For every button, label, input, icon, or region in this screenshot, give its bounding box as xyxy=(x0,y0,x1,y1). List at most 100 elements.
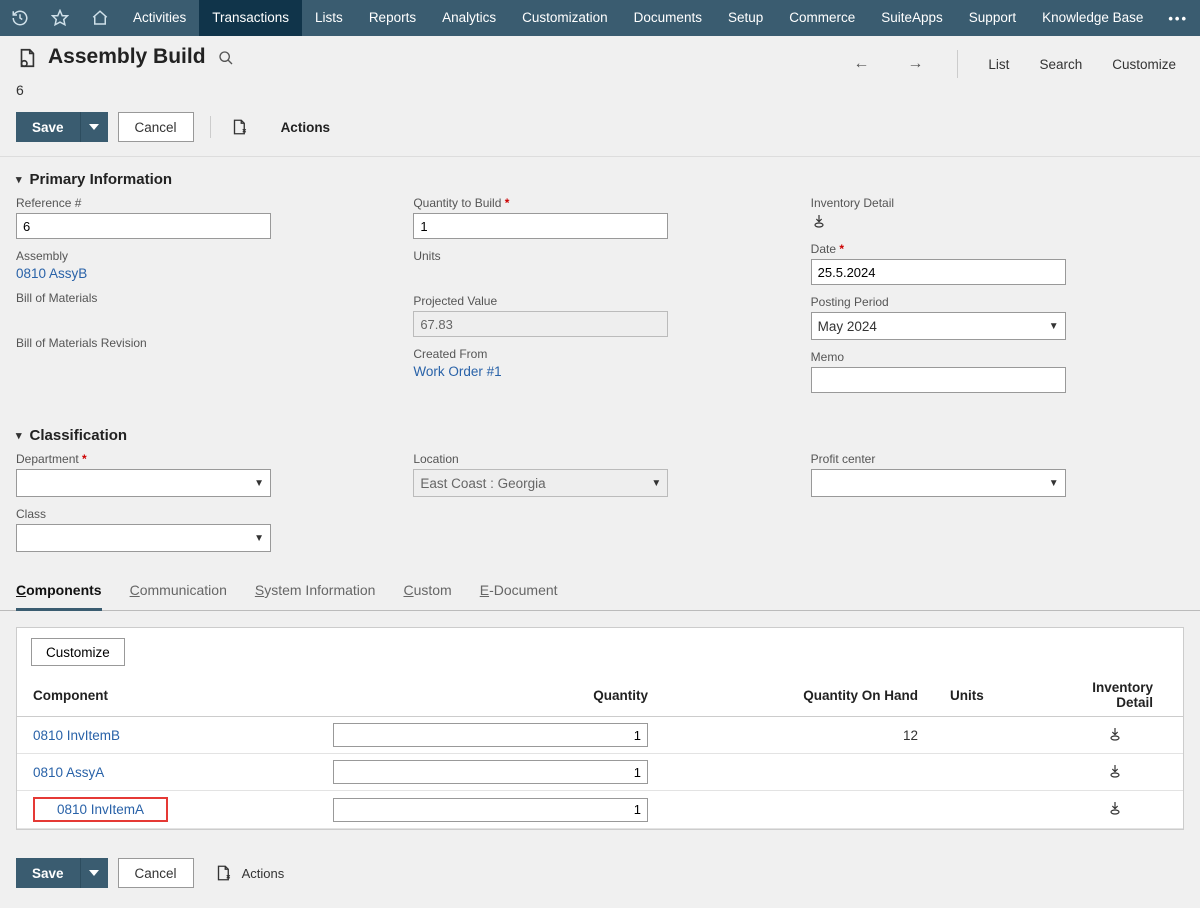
tab-communication[interactable]: Communication xyxy=(130,572,227,610)
units-value xyxy=(413,266,786,284)
quantity-input[interactable] xyxy=(333,798,648,822)
inventory-detail-icon[interactable] xyxy=(1107,800,1123,816)
tab-system-information[interactable]: System Information xyxy=(255,572,376,610)
quantity-input[interactable] xyxy=(333,723,648,747)
reference-input[interactable] xyxy=(16,213,271,239)
action-toolbar: Save Cancel Actions xyxy=(0,106,1200,157)
nav-item-knowledge-base[interactable]: Knowledge Base xyxy=(1029,0,1156,36)
quantity-input[interactable] xyxy=(333,760,648,784)
new-record-icon[interactable] xyxy=(227,118,251,136)
toolbar-separator xyxy=(210,116,211,138)
location-select: East Coast : Georgia ▼ xyxy=(413,469,668,497)
nav-item-support[interactable]: Support xyxy=(956,0,1029,36)
history-icon[interactable] xyxy=(0,0,40,36)
component-link[interactable]: 0810 InvItemB xyxy=(33,728,120,743)
customize-link[interactable]: Customize xyxy=(1112,57,1176,72)
class-label: Class xyxy=(16,507,389,521)
posting-period-value: May 2024 xyxy=(818,319,877,334)
profit-center-label: Profit center xyxy=(811,452,1184,466)
primary-info-form: Reference # Assembly 0810 AssyB Bill of … xyxy=(0,196,1200,413)
component-link[interactable]: 0810 AssyA xyxy=(33,765,104,780)
table-row[interactable]: 0810 AssyA xyxy=(17,754,1183,791)
save-split-button-bottom: Save xyxy=(16,858,108,888)
nav-item-reports[interactable]: Reports xyxy=(356,0,429,36)
nav-item-commerce[interactable]: Commerce xyxy=(776,0,868,36)
tab-e-document[interactable]: E-Document xyxy=(480,572,558,610)
bom-rev-value xyxy=(16,353,389,371)
save-dropdown-icon[interactable] xyxy=(80,858,108,888)
sublist-customize-button[interactable]: Customize xyxy=(31,638,125,666)
list-link[interactable]: List xyxy=(988,57,1009,72)
save-split-button: Save xyxy=(16,112,108,142)
nav-item-suiteapps[interactable]: SuiteApps xyxy=(868,0,956,36)
tab-components[interactable]: Components xyxy=(16,572,102,611)
date-input[interactable] xyxy=(811,259,1066,285)
nav-item-customization[interactable]: Customization xyxy=(509,0,621,36)
next-record-icon[interactable]: → xyxy=(903,55,927,73)
nav-item-setup[interactable]: Setup xyxy=(715,0,776,36)
subtabs: Components Communication System Informatio… xyxy=(0,572,1200,611)
prev-record-icon[interactable]: ← xyxy=(849,55,873,73)
memo-input[interactable] xyxy=(811,367,1066,393)
nav-item-transactions[interactable]: Transactions xyxy=(199,0,302,36)
chevron-down-icon: ▼ xyxy=(1049,321,1059,332)
header-divider xyxy=(957,50,958,78)
cancel-button[interactable]: Cancel xyxy=(118,858,194,888)
component-link[interactable]: 0810 InvItemA xyxy=(57,802,144,817)
qoh-value xyxy=(664,791,934,829)
cancel-button[interactable]: Cancel xyxy=(118,112,194,142)
date-label: Date xyxy=(811,242,1184,256)
nav-more-icon[interactable]: ••• xyxy=(1156,11,1200,26)
star-icon[interactable] xyxy=(40,0,80,36)
actions-menu[interactable]: Actions xyxy=(281,120,331,135)
tab-custom[interactable]: Custom xyxy=(403,572,451,610)
created-from-link[interactable]: Work Order #1 xyxy=(413,364,501,379)
col-quantity: Quantity xyxy=(317,674,664,717)
record-subtitle: 6 xyxy=(0,82,1200,106)
qty-build-label: Quantity to Build xyxy=(413,196,786,210)
department-select[interactable]: ▼ xyxy=(16,469,271,497)
inventory-detail-icon[interactable] xyxy=(1107,763,1123,779)
top-nav: ActivitiesTransactionsListsReportsAnalyt… xyxy=(0,0,1200,36)
inline-search-icon[interactable] xyxy=(218,44,234,66)
save-button[interactable]: Save xyxy=(16,858,80,888)
inventory-detail-icon[interactable] xyxy=(1107,726,1123,742)
posting-period-select[interactable]: May 2024 ▼ xyxy=(811,312,1066,340)
created-from-label: Created From xyxy=(413,347,786,361)
chevron-down-icon: ▼ xyxy=(254,533,264,544)
units-value xyxy=(934,791,1054,829)
section-title: Classification xyxy=(30,427,128,444)
section-classification[interactable]: ▾ Classification xyxy=(0,413,1200,452)
page-title: Assembly Build xyxy=(48,44,206,70)
chevron-down-icon: ▾ xyxy=(16,429,22,442)
nav-item-documents[interactable]: Documents xyxy=(621,0,715,36)
home-icon[interactable] xyxy=(80,0,120,36)
chevron-down-icon: ▼ xyxy=(651,478,661,489)
posting-period-label: Posting Period xyxy=(811,295,1184,309)
section-primary-information[interactable]: ▾ Primary Information xyxy=(0,157,1200,196)
table-row[interactable]: 0810 InvItemA xyxy=(17,791,1183,829)
page-header: Assembly Build ← → List Search Customize xyxy=(0,36,1200,82)
actions-menu[interactable]: Actions xyxy=(242,866,285,881)
new-record-icon[interactable] xyxy=(214,864,232,882)
assembly-value-link[interactable]: 0810 AssyB xyxy=(16,266,87,281)
inventory-detail-icon[interactable] xyxy=(811,213,827,229)
save-dropdown-icon[interactable] xyxy=(80,112,108,142)
bom-label: Bill of Materials xyxy=(16,291,389,305)
bottom-toolbar: Save Cancel Actions xyxy=(0,846,1200,908)
qty-build-input[interactable] xyxy=(413,213,668,239)
location-label: Location xyxy=(413,452,786,466)
reference-label: Reference # xyxy=(16,196,389,210)
nav-item-activities[interactable]: Activities xyxy=(120,0,199,36)
save-button[interactable]: Save xyxy=(16,112,80,142)
qoh-value xyxy=(664,754,934,791)
nav-item-analytics[interactable]: Analytics xyxy=(429,0,509,36)
class-select[interactable]: ▼ xyxy=(16,524,271,552)
nav-item-lists[interactable]: Lists xyxy=(302,0,356,36)
profit-center-select[interactable]: ▼ xyxy=(811,469,1066,497)
projected-value xyxy=(413,311,668,337)
components-table: Component Quantity Quantity On Hand Unit… xyxy=(17,674,1183,829)
table-row[interactable]: 0810 InvItemB12 xyxy=(17,717,1183,754)
col-inv-detail: Inventory Detail xyxy=(1054,674,1183,717)
search-link[interactable]: Search xyxy=(1039,57,1082,72)
